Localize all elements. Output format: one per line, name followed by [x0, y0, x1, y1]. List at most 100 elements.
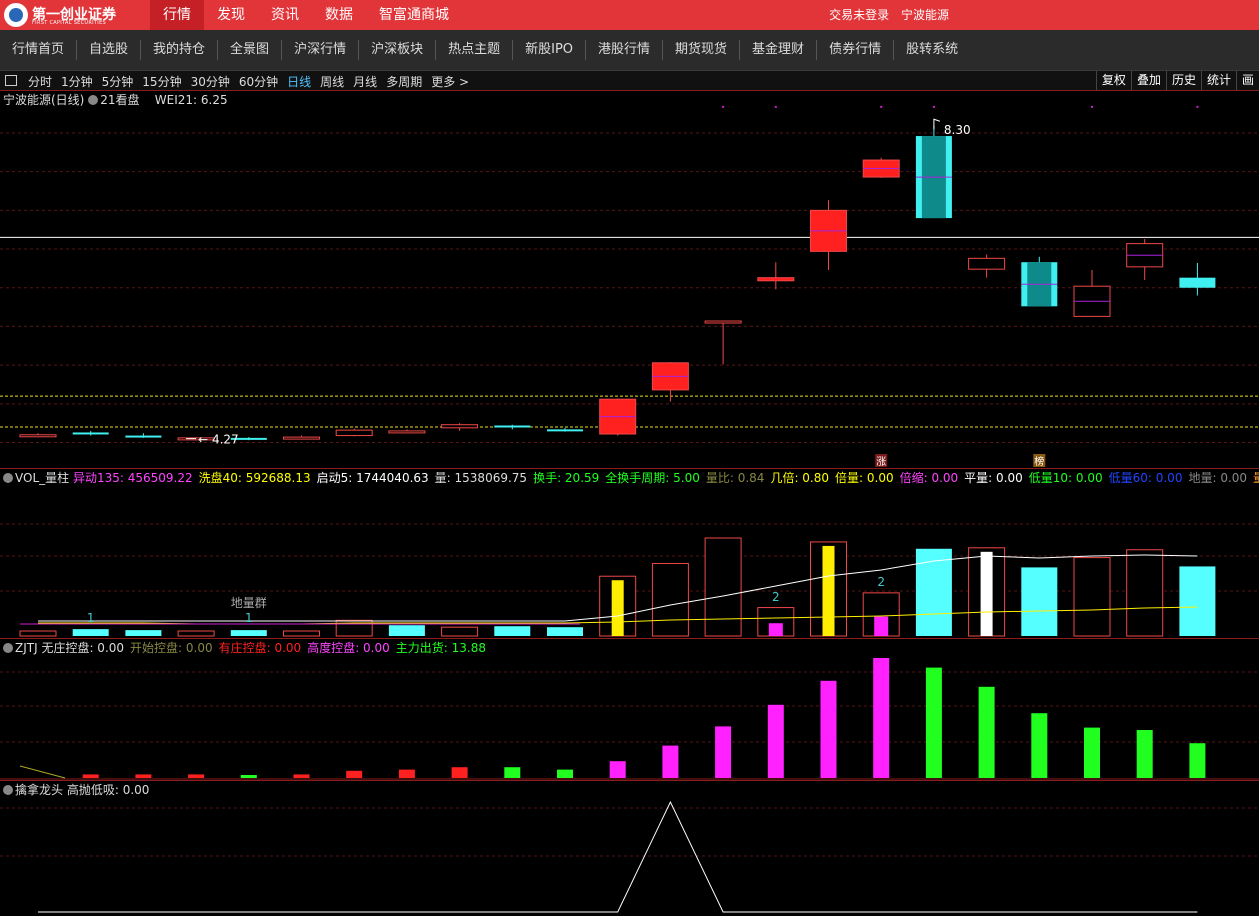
history-button[interactable]: 历史 — [1165, 71, 1201, 90]
period-tab[interactable]: 1分钟 — [61, 73, 93, 90]
volume-bar — [651, 562, 689, 637]
indicator-value: 量能饱和 — [1253, 471, 1259, 485]
volume-bar-fill — [980, 551, 993, 636]
volume-bar — [388, 625, 425, 636]
oscillator-chart[interactable] — [0, 798, 1259, 916]
period-tab[interactable]: 5分钟 — [102, 73, 134, 90]
indicator-value: 倍缩: 0.00 — [899, 471, 959, 485]
signal-mark: 2 — [772, 590, 780, 604]
zjtj-bar — [662, 745, 679, 778]
zjtj-chart[interactable] — [0, 656, 1259, 780]
candle-body — [335, 429, 373, 437]
signal-dot — [932, 105, 935, 108]
signal-dot — [1196, 105, 1199, 108]
top-menu-item[interactable]: 智富通商城 — [366, 0, 462, 30]
oscillator-line — [38, 800, 1198, 913]
candle-body — [704, 320, 742, 324]
zjtj-title-bar: ZJTJ 无庄控盘: 0.00 开始控盘: 0.00 有庄控盘: 0.00 高度控盘:… — [3, 640, 492, 656]
top-menu-item[interactable]: 发现 — [204, 0, 258, 30]
low-price-label: ← 4.27 — [198, 433, 239, 447]
stats-button[interactable]: 统计 — [1200, 71, 1236, 90]
nav-item[interactable]: 自选股 — [77, 40, 142, 60]
zjtj-bar — [451, 767, 468, 778]
nav-item[interactable]: 期货现货 — [663, 40, 741, 60]
zjtj-line — [19, 765, 66, 779]
zjtj-bar — [820, 680, 837, 778]
overlay-button[interactable]: 叠加 — [1130, 71, 1166, 90]
volume-bar — [915, 548, 952, 636]
zjtj-bar — [82, 774, 99, 778]
nav-item[interactable]: 基金理财 — [740, 40, 818, 60]
login-status[interactable]: 交易未登录 — [829, 8, 889, 22]
top-menu: 行情 发现 资讯 数据 智富通商城 — [150, 0, 462, 30]
kline-chart[interactable]: 8.30 ← 4.27 涨 榜 — [0, 92, 1259, 468]
zjtj-bar — [767, 704, 784, 778]
volume-bar — [230, 630, 267, 636]
zjtj-bar — [398, 769, 415, 778]
panel-divider[interactable] — [0, 468, 1259, 469]
nav-item[interactable]: 我的持仓 — [141, 40, 219, 60]
nav-item[interactable]: 股转系统 — [894, 40, 970, 60]
chart-toolbar: 分时 1分钟 5分钟 15分钟 30分钟 60分钟 日线 周线 月线 多周期 更多 > 复权 叠加 … — [0, 71, 1259, 91]
volume-bar — [125, 630, 162, 636]
volume-chart[interactable]: 地量群1 122 — [0, 486, 1259, 638]
volume-bar — [1021, 567, 1058, 636]
draw-button[interactable]: 画 — [1235, 71, 1259, 90]
period-tab[interactable]: 更多 > — [431, 73, 469, 90]
panel-divider[interactable] — [0, 638, 1259, 639]
candle-body — [441, 424, 479, 429]
zjtj-bar — [135, 774, 152, 778]
dropdown-icon[interactable] — [3, 643, 13, 653]
candle-body — [283, 436, 320, 440]
panel-divider[interactable] — [0, 780, 1259, 781]
indicator-value: 换手: 20.59 — [533, 471, 600, 485]
fuquan-button[interactable]: 复权 — [1095, 71, 1131, 90]
indicator-value: 低量10: 0.00 — [1028, 471, 1103, 485]
nav-item[interactable]: 热点主题 — [436, 40, 514, 60]
indicator-value: 异动135: 456509.22 — [72, 471, 193, 485]
zjtj-bar — [188, 774, 205, 778]
candle-body — [968, 257, 1006, 270]
signal-dot — [774, 105, 777, 108]
candle-body — [1179, 277, 1216, 288]
nav-item[interactable]: 港股行情 — [586, 40, 664, 60]
period-tab[interactable]: 30分钟 — [191, 73, 230, 90]
zjtj-bar — [504, 767, 521, 778]
period-tab[interactable]: 60分钟 — [239, 73, 278, 90]
period-tab[interactable]: 多周期 — [386, 73, 422, 90]
period-tab[interactable]: 日线 — [287, 73, 311, 90]
osc-value: 高抛低吸: 0.00 — [66, 783, 150, 797]
zjtj-bar — [609, 761, 626, 778]
indicator-value: 无庄控盘: 0.00 — [41, 641, 125, 655]
dropdown-icon[interactable] — [3, 785, 13, 795]
nav-item[interactable]: 行情首页 — [0, 40, 78, 60]
top-menu-item[interactable]: 资讯 — [258, 0, 312, 30]
panel-name: ZJTJ — [15, 641, 42, 655]
nav-item[interactable]: 全景图 — [218, 40, 283, 60]
tag-label: 涨 — [876, 456, 886, 468]
osc-title-bar: 擒拿龙头 高抛低吸: 0.00 — [3, 782, 149, 798]
dropdown-icon[interactable] — [3, 473, 13, 483]
period-tab[interactable]: 周线 — [320, 73, 344, 90]
zjtj-bar — [715, 726, 732, 778]
nav-item[interactable]: 沪深板块 — [359, 40, 437, 60]
top-menu-item[interactable]: 数据 — [312, 0, 366, 30]
period-tab[interactable]: 分时 — [28, 73, 52, 90]
nav-item[interactable]: 新股IPO — [513, 40, 587, 60]
top-menu-item[interactable]: 行情 — [150, 0, 204, 30]
zjtj-bar — [293, 774, 310, 778]
nav-item[interactable]: 沪深行情 — [282, 40, 360, 60]
indicator-value: 地量: 0.00 — [1188, 471, 1248, 485]
indicator-value: 平量: 0.00 — [964, 471, 1023, 485]
sidebar-toggle-icon[interactable] — [5, 75, 17, 86]
brand-logo[interactable]: 第一创业证券 FIRST CAPITAL SECURITIES — [4, 3, 124, 27]
period-tab[interactable]: 15分钟 — [142, 73, 181, 90]
indicator-value: 倍量: 0.00 — [835, 471, 894, 485]
volume-bar — [494, 626, 531, 636]
zjtj-bar — [1189, 743, 1206, 778]
nav-item[interactable]: 债券行情 — [817, 40, 895, 60]
period-tab[interactable]: 月线 — [353, 73, 377, 90]
zjtj-bar — [1084, 727, 1100, 778]
zjtj-bar — [925, 667, 942, 778]
volume-bar — [1179, 566, 1216, 636]
